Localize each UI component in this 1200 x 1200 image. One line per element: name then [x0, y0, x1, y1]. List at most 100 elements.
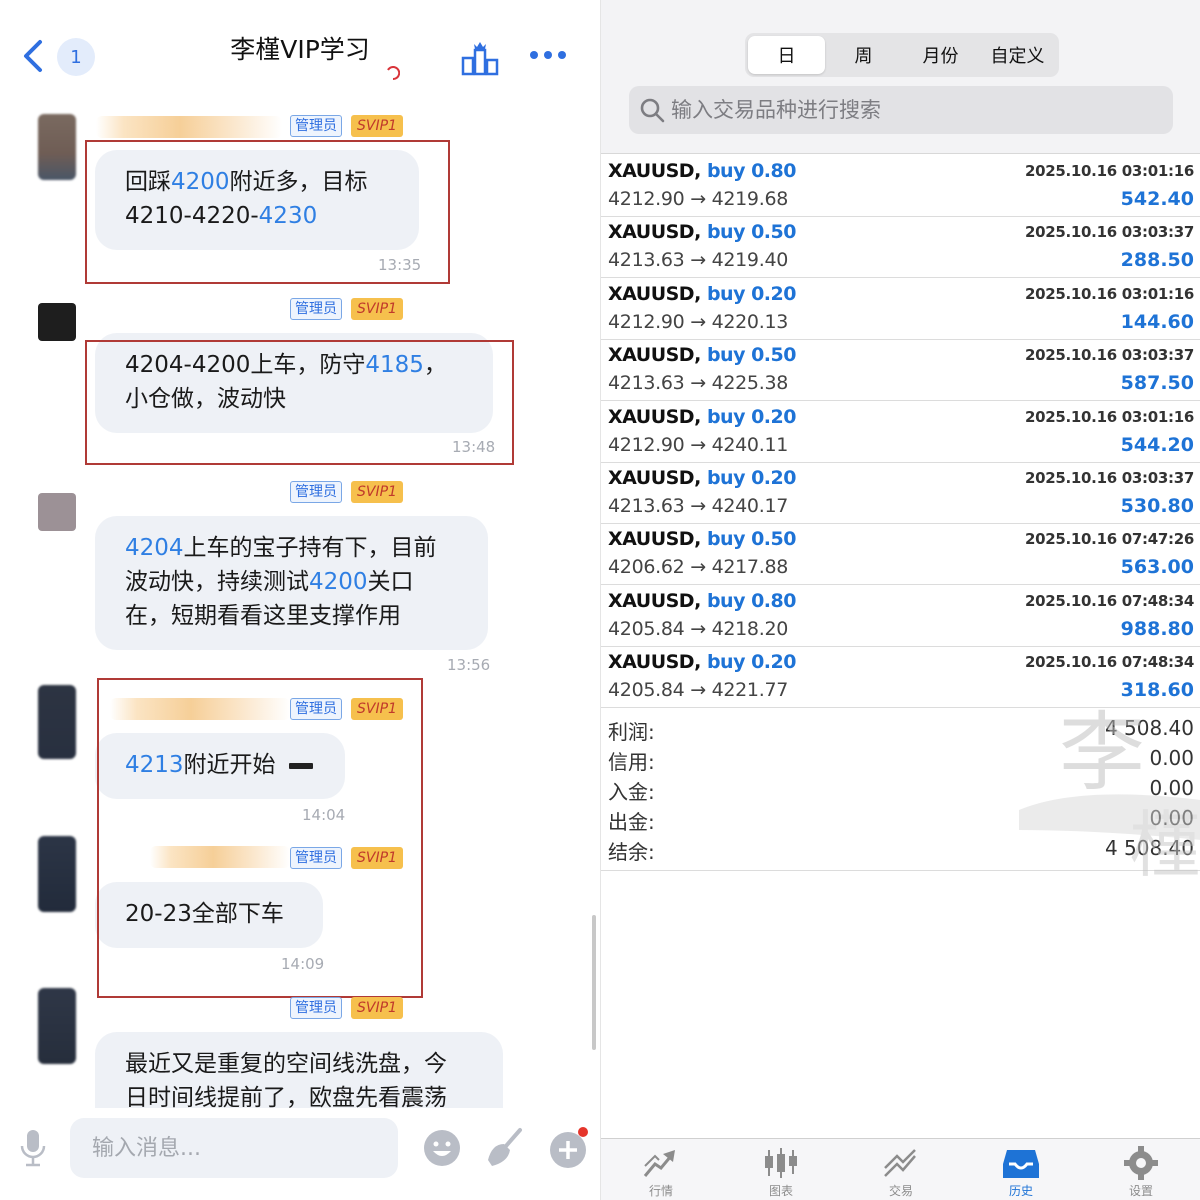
tab-month[interactable]: 月份 — [902, 36, 979, 74]
tab-label: 行情 — [648, 1184, 673, 1198]
clear-brush-icon[interactable] — [484, 1126, 524, 1168]
add-attachment-icon[interactable] — [546, 1126, 590, 1170]
tab-label: 历史 — [1008, 1184, 1033, 1198]
deal-symbol: XAUUSD, buy 0.20 — [608, 405, 797, 428]
deal-profit: 144.60 — [1120, 310, 1194, 333]
avatar[interactable] — [38, 988, 76, 1064]
deal-prices: 4213.63 → 4219.40 — [608, 249, 789, 272]
deal-row[interactable]: XAUUSD, buy 0.50 2025.10.16 03:03:37 4213.… — [601, 340, 1200, 402]
avatar[interactable] — [38, 493, 76, 531]
tab-week[interactable]: 周 — [825, 36, 902, 74]
chat-panel: 1 李槿VIP学习 管理员 SVIP1 回踩4200附近多，目标 4210-42… — [0, 0, 598, 1200]
loading-icon — [387, 66, 400, 80]
deal-row[interactable]: XAUUSD, buy 0.80 2025.10.16 03:01:16 4212.… — [601, 156, 1200, 217]
unread-count-badge[interactable]: 1 — [57, 38, 95, 76]
highlight-box — [85, 140, 450, 284]
highlight-box — [97, 678, 423, 998]
deal-time: 2025.10.16 03:01:16 — [1024, 162, 1194, 180]
search-icon — [640, 98, 665, 123]
deal-side-volume: buy 0.20 — [706, 467, 797, 489]
deal-prices: 4205.84 → 4221.77 — [608, 679, 789, 702]
chat-title: 李槿VIP学习 — [230, 35, 370, 64]
chat-scrollbar[interactable] — [592, 915, 596, 1050]
summary-value: 0.00 — [1149, 746, 1194, 770]
deal-side-volume: buy 0.20 — [706, 282, 797, 305]
deal-time: 2025.10.16 03:01:16 — [1024, 407, 1194, 426]
deal-profit: 542.40 — [1120, 188, 1194, 210]
tab-day[interactable]: 日 — [748, 36, 825, 74]
deal-profit: 288.50 — [1120, 249, 1194, 272]
deal-time: 2025.10.16 03:03:37 — [1024, 469, 1194, 487]
microphone-icon[interactable] — [18, 1128, 48, 1168]
summary-label: 信用: — [608, 750, 655, 774]
settings-icon — [1124, 1146, 1158, 1180]
trade-history-panel: 日 周 月份 自定义 XAUUSD, buy 0.80 2025.10.16 03… — [600, 0, 1200, 1200]
admin-tag: 管理员 — [290, 115, 342, 137]
admin-tag: 管理员 — [290, 997, 342, 1019]
tab-chart[interactable]: 图表 — [721, 1142, 841, 1200]
tab-label: 图表 — [768, 1184, 793, 1198]
tab-custom[interactable]: 自定义 — [979, 36, 1056, 74]
chart-icon — [765, 1148, 797, 1178]
tab-label: 交易 — [888, 1184, 913, 1198]
deal-row[interactable]: XAUUSD, buy 0.20 2025.10.16 03:01:16 4212.… — [601, 279, 1200, 340]
avatar[interactable] — [38, 836, 76, 912]
summary-row: 入金: 0.00 — [601, 776, 1200, 806]
chat-header: 1 李槿VIP学习 — [0, 0, 598, 100]
deal-time: 2025.10.16 03:01:16 — [1024, 284, 1194, 303]
deal-time: 2025.10.16 07:48:34 — [1024, 591, 1194, 610]
deal-prices: 4213.63 → 4225.38 — [608, 372, 789, 395]
deal-row[interactable]: XAUUSD, buy 0.50 2025.10.16 07:47:26 4206.… — [601, 524, 1200, 586]
deal-profit: 988.80 — [1120, 617, 1194, 640]
summary-value: 0.00 — [1149, 776, 1194, 800]
message-input[interactable] — [70, 1118, 398, 1178]
message-text: 上车的宝子持有下，目前 — [183, 535, 437, 561]
deal-row[interactable]: XAUUSD, buy 0.80 2025.10.16 07:48:34 4205.… — [601, 586, 1200, 647]
summary-label: 结余: — [608, 840, 655, 864]
deal-prices: 4212.90 → 4220.13 — [608, 310, 789, 333]
emoji-icon[interactable] — [422, 1128, 462, 1168]
summary-row: 信用: 0.00 — [601, 746, 1200, 776]
more-options-icon[interactable] — [528, 45, 568, 65]
summary-value: 0.00 — [1149, 806, 1194, 830]
avatar[interactable] — [38, 303, 76, 341]
deal-prices: 4205.84 → 4218.20 — [608, 617, 789, 640]
message-text: 关口 — [367, 569, 414, 595]
deal-profit: 587.50 — [1120, 372, 1194, 395]
message-text: 在，短期看看这里支撑作用 — [125, 603, 401, 629]
deal-symbol: XAUUSD, buy 0.80 — [608, 589, 797, 612]
deal-symbol: XAUUSD, buy 0.50 — [608, 344, 796, 367]
summary-divider — [601, 870, 1200, 871]
deal-time: 2025.10.16 03:03:37 — [1024, 223, 1194, 242]
admin-tag: 管理员 — [290, 298, 342, 320]
avatar[interactable] — [38, 685, 76, 759]
deal-row[interactable]: XAUUSD, buy 0.20 2025.10.16 07:48:34 4205.… — [601, 647, 1200, 709]
message-bubble[interactable]: 4204上车的宝子持有下，目前 波动快，持续测试4200关口 在，短期看看这里支… — [95, 516, 488, 650]
deal-prices: 4212.90 → 4240.11 — [608, 433, 789, 456]
trade-icon — [884, 1149, 916, 1177]
tab-settings[interactable]: 设置 — [1081, 1142, 1200, 1200]
quotes-icon — [643, 1150, 675, 1177]
highlight-box — [85, 340, 514, 465]
deal-row[interactable]: XAUUSD, buy 0.20 2025.10.16 03:01:16 4212.… — [601, 402, 1200, 463]
admin-tag: 管理员 — [290, 481, 342, 503]
tab-history[interactable]: 历史 — [961, 1142, 1081, 1200]
symbol-search-input[interactable] — [667, 88, 1147, 132]
tab-trade[interactable]: 交易 — [841, 1142, 961, 1200]
leaderboard-icon[interactable] — [460, 38, 500, 78]
deal-symbol: XAUUSD, buy 0.20 — [608, 282, 797, 305]
deal-time: 2025.10.16 03:03:37 — [1024, 346, 1194, 365]
deal-side-volume: buy 0.80 — [706, 589, 797, 612]
tab-quotes[interactable]: 行情 — [601, 1142, 721, 1200]
deal-prices: 4213.63 → 4240.17 — [608, 495, 789, 517]
svip-tag: SVIP1 — [351, 115, 403, 137]
message-number: 4200 — [309, 569, 368, 595]
deal-time: 2025.10.16 07:47:26 — [1024, 530, 1194, 549]
deal-row[interactable]: XAUUSD, buy 0.50 2025.10.16 03:03:37 4213.… — [601, 217, 1200, 279]
deal-prices: 4206.62 → 4217.88 — [608, 556, 789, 579]
deal-side-volume: buy 0.20 — [706, 405, 797, 428]
avatar[interactable] — [38, 114, 76, 180]
deal-row[interactable]: XAUUSD, buy 0.20 2025.10.16 03:03:37 4213.… — [601, 463, 1200, 524]
tab-label: 设置 — [1128, 1184, 1153, 1198]
back-arrow-icon[interactable] — [18, 36, 48, 76]
